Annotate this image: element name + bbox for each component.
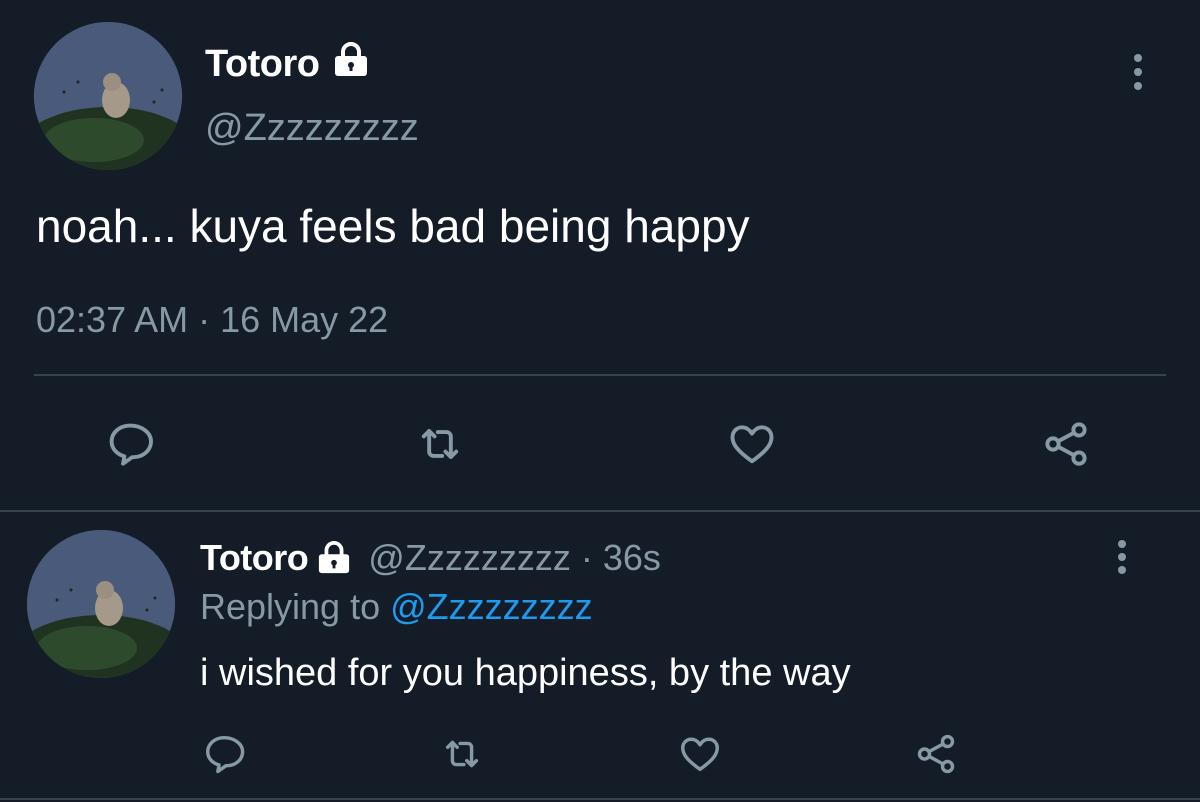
replying-handle-link[interactable]: @Zzzzzzzzz bbox=[390, 586, 593, 627]
reply-icon bbox=[109, 423, 153, 466]
replying-prefix: Replying to bbox=[200, 586, 381, 627]
reply-avatar[interactable] bbox=[27, 530, 175, 678]
avatar-image bbox=[34, 22, 182, 170]
reply-header: Totoro @Zzzzzzzzz · 36s bbox=[200, 535, 661, 581]
more-icon[interactable] bbox=[1117, 540, 1127, 574]
like-button[interactable] bbox=[722, 414, 782, 474]
retweet-icon bbox=[445, 740, 479, 768]
lock-icon bbox=[330, 42, 372, 78]
reply-icon bbox=[205, 735, 245, 774]
reply-tweet-text: i wished for you happiness, by the way bbox=[200, 652, 851, 694]
share-icon bbox=[1045, 422, 1087, 466]
lock-icon bbox=[314, 541, 354, 575]
main-tweet-text: noah... kuya feels bad being happy bbox=[36, 200, 750, 252]
reply-button[interactable] bbox=[198, 728, 250, 780]
like-button[interactable] bbox=[674, 728, 726, 780]
thread-divider bbox=[0, 510, 1200, 512]
like-icon bbox=[730, 425, 774, 464]
reply-display-name[interactable]: Totoro bbox=[200, 537, 309, 579]
more-icon[interactable] bbox=[1133, 54, 1143, 90]
share-icon bbox=[917, 734, 955, 774]
main-avatar[interactable] bbox=[34, 22, 182, 170]
retweet-icon bbox=[421, 429, 459, 459]
reply-age[interactable]: 36s bbox=[603, 537, 661, 579]
main-timestamp: 02:37 AM · 16 May 22 bbox=[36, 299, 389, 340]
reply-button[interactable] bbox=[100, 414, 160, 474]
replying-to: Replying to @Zzzzzzzzz bbox=[200, 584, 593, 630]
reply-handle[interactable]: @Zzzzzzzzz bbox=[368, 537, 571, 579]
share-button[interactable] bbox=[910, 728, 962, 780]
like-icon bbox=[681, 737, 719, 772]
share-button[interactable] bbox=[1036, 414, 1096, 474]
bottom-divider bbox=[0, 798, 1200, 800]
main-display-name[interactable]: Totoro bbox=[205, 42, 320, 86]
avatar-image bbox=[27, 530, 175, 678]
retweet-button[interactable] bbox=[410, 414, 470, 474]
retweet-button[interactable] bbox=[436, 728, 488, 780]
reply-separator: · bbox=[580, 537, 593, 578]
divider bbox=[34, 374, 1166, 376]
main-handle[interactable]: @Zzzzzzzzz bbox=[205, 106, 419, 150]
